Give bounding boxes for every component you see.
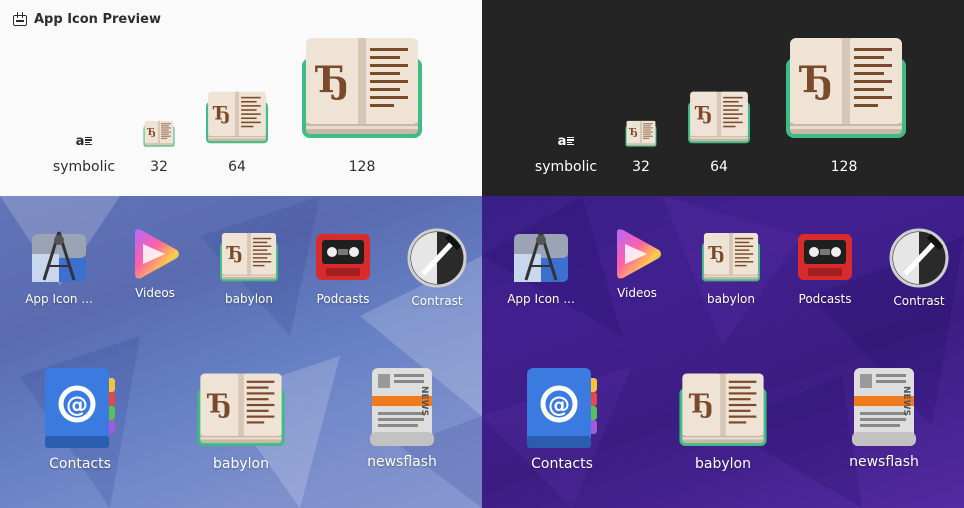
size-label-64: 64 <box>228 159 246 175</box>
app-icon-preview-icon <box>12 11 28 27</box>
book-icon-32: Ђ <box>625 120 657 148</box>
book-icon: Ђ <box>219 232 279 286</box>
contacts-icon: @ <box>43 366 117 450</box>
symbolic-book-icon: a <box>554 134 578 148</box>
book-icon: Ђ <box>678 372 768 450</box>
book-icon: Ђ <box>196 372 286 450</box>
dark-preview-panel: a symbolic Ђ 32 Ђ 64 Ђ 128 <box>482 0 964 196</box>
videos-icon <box>611 228 663 280</box>
book-glyph: Ђ <box>799 59 833 101</box>
svg-text:NEWS: NEWS <box>901 386 911 416</box>
newsflash-icon: NEWS <box>850 366 918 448</box>
app-tile-podcasts[interactable]: Podcasts <box>296 228 390 306</box>
app-tile-label: newsflash <box>367 454 437 470</box>
light-preview-panel: App Icon Preview a symbolic Ђ 32 Ђ 64 Ђ … <box>0 0 482 196</box>
book-icon-64: Ђ <box>687 90 751 146</box>
app-tile-contrast[interactable]: Contrast <box>872 228 964 308</box>
app-tile-videos[interactable]: Videos <box>108 228 202 300</box>
book-glyph: Ђ <box>226 244 243 264</box>
book-glyph: Ђ <box>315 59 349 101</box>
book-glyph: Ђ <box>688 389 714 420</box>
svg-text:@: @ <box>548 393 570 418</box>
size-label-32: 32 <box>150 159 168 175</box>
app-tile-label: Podcasts <box>316 292 370 306</box>
book-icon-128: Ђ <box>300 36 424 142</box>
app-tile-label: Videos <box>135 286 175 300</box>
size-label-64: 64 <box>710 159 728 175</box>
book-glyph: Ђ <box>206 389 232 420</box>
book-glyph: Ђ <box>628 127 637 138</box>
app-tile-app-icon[interactable]: App Icon ... <box>494 228 588 306</box>
symbolic-glyph: a <box>557 133 567 149</box>
app-icon-preview-icon <box>512 228 570 286</box>
contacts-icon: @ <box>525 366 599 450</box>
app-tile-label: newsflash <box>849 454 919 470</box>
contrast-icon <box>889 228 949 288</box>
book-glyph: Ђ <box>708 244 725 264</box>
podcasts-icon <box>314 228 372 286</box>
book-icon-128: Ђ <box>784 36 908 142</box>
app-tile-label: Contacts <box>531 456 593 472</box>
window-title: App Icon Preview <box>12 11 161 27</box>
book-glyph: Ђ <box>213 104 231 125</box>
app-tile-label: App Icon ... <box>507 292 575 306</box>
book-glyph: Ђ <box>146 127 155 138</box>
size-label-32: 32 <box>632 159 650 175</box>
book-icon-64: Ђ <box>205 90 269 146</box>
app-tile-babylon[interactable]: Ђ babylon <box>177 366 305 472</box>
purple-grid-panel: App Icon ... Videos Ђ babylon Podcasts C… <box>482 196 964 508</box>
app-tile-babylon[interactable]: Ђ babylon <box>202 228 296 306</box>
app-tile-label: babylon <box>213 456 269 472</box>
app-tile-label: Contrast <box>411 294 463 308</box>
size-label-128: 128 <box>830 159 858 175</box>
symbolic-glyph: a <box>75 133 85 149</box>
blue-grid-panel: App Icon ... Videos Ђ babylon Podcasts C… <box>0 196 482 508</box>
podcasts-icon <box>796 228 854 286</box>
app-tile-newsflash[interactable]: NEWS newsflash <box>820 366 948 470</box>
svg-text:NEWS: NEWS <box>419 386 429 416</box>
app-icon-preview-icon <box>30 228 88 286</box>
app-tile-label: Contrast <box>893 294 945 308</box>
app-tile-label: babylon <box>695 456 751 472</box>
videos-icon <box>129 228 181 280</box>
symbolic-book-icon: a <box>72 134 96 148</box>
app-tile-babylon[interactable]: Ђ babylon <box>659 366 787 472</box>
book-glyph: Ђ <box>695 104 713 125</box>
app-tile-contacts[interactable]: @ Contacts <box>498 366 626 472</box>
app-tile-label: babylon <box>707 292 755 306</box>
app-tile-label: Videos <box>617 286 657 300</box>
app-tile-babylon[interactable]: Ђ babylon <box>684 228 778 306</box>
book-icon: Ђ <box>701 232 761 286</box>
app-tile-label: babylon <box>225 292 273 306</box>
app-tile-label: App Icon ... <box>25 292 93 306</box>
contrast-icon <box>407 228 467 288</box>
size-label-128: 128 <box>348 159 376 175</box>
app-tile-podcasts[interactable]: Podcasts <box>778 228 872 306</box>
svg-text:@: @ <box>66 393 88 418</box>
app-tile-contacts[interactable]: @ Contacts <box>16 366 144 472</box>
newsflash-icon: NEWS <box>368 366 436 448</box>
app-tile-newsflash[interactable]: NEWS newsflash <box>338 366 466 470</box>
app-tile-contrast[interactable]: Contrast <box>390 228 482 308</box>
app-tile-label: Contacts <box>49 456 111 472</box>
book-icon-32: Ђ <box>143 120 175 148</box>
app-tile-app-icon[interactable]: App Icon ... <box>12 228 106 306</box>
app-tile-label: Podcasts <box>798 292 852 306</box>
app-tile-videos[interactable]: Videos <box>590 228 684 300</box>
window-title-label: App Icon Preview <box>34 11 161 27</box>
